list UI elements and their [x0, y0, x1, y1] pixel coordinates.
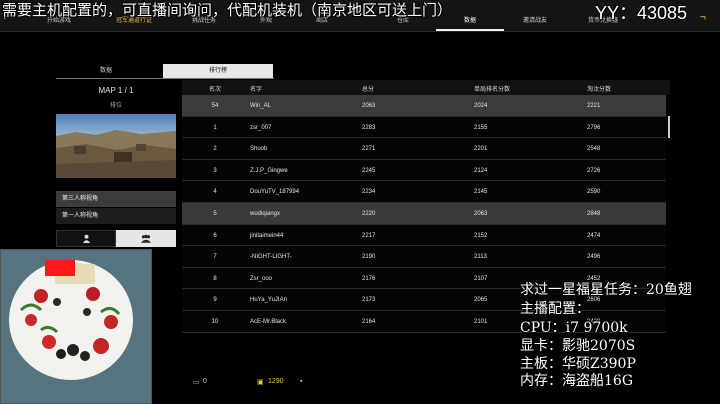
header-total: 总分 — [362, 87, 375, 93]
active-tab-indicator — [436, 29, 504, 31]
cell-total: 2164 — [362, 319, 376, 325]
cell-total: 2063 — [362, 103, 376, 109]
cell-single: 2101 — [474, 319, 488, 325]
cell-total: 2173 — [362, 297, 376, 304]
cell-total: 2283 — [362, 124, 376, 131]
cell-total: 2234 — [362, 189, 376, 196]
cell-elim: 2496 — [587, 254, 601, 261]
cell-single: 2063 — [474, 211, 488, 217]
cell-rank: 1 — [213, 124, 217, 131]
cell-total: 2220 — [362, 211, 376, 217]
cell-total: 2271 — [362, 146, 376, 153]
coin-icon: ▣ — [257, 379, 264, 386]
currency-bp-value: 0 — [203, 378, 207, 385]
cell-total: 2176 — [362, 275, 376, 282]
overlay-memory: 内存：海盗船16G — [520, 373, 633, 389]
table-row[interactable]: 3 Z.J.P_Gingwe 2245 2124 2726 — [182, 159, 666, 182]
tab-data-sub[interactable]: 数据 — [56, 64, 156, 78]
header-rank: 名次 — [208, 87, 221, 93]
cell-name: AcE-Mr.Black — [250, 319, 287, 325]
cell-elim: 2221 — [587, 103, 601, 109]
cell-rank: 54 — [211, 103, 219, 109]
table-scrollbar[interactable] — [668, 116, 670, 138]
header-elim: 淘汰分数 — [587, 87, 612, 93]
person-icon — [82, 234, 90, 243]
cell-total: 2217 — [362, 232, 376, 239]
table-row[interactable]: 6 jinitaimein44 2217 2152 2474 — [182, 224, 666, 247]
table-header: 名次 名字 总分 单局排名分数 淘汰分数 — [182, 80, 670, 95]
map-title: MAP 1 / 1 — [98, 86, 134, 95]
header-name: 名字 — [250, 87, 263, 93]
cell-single: 2124 — [474, 167, 488, 174]
cell-total: 2245 — [362, 167, 376, 174]
stream-yy-id: YY：43085 — [595, 3, 688, 23]
map-thumbnail — [56, 114, 176, 178]
cell-rank: 7 — [213, 254, 217, 261]
cell-elim: 2796 — [587, 124, 601, 131]
table-row[interactable]: 4 DouYuTV_187994 2234 2145 2590 — [182, 181, 666, 203]
mode-label: 排位 — [109, 103, 122, 109]
cell-name: HuYa_YuJIAn — [250, 297, 287, 304]
solo-mode-button[interactable] — [56, 230, 116, 247]
overlay-spec-title: 主播配置： — [520, 301, 590, 317]
cell-single: 2113 — [474, 254, 487, 261]
cell-elim: 2848 — [587, 211, 601, 217]
table-row-self[interactable]: 54 Win_AL 2063 2024 2221 — [182, 95, 666, 117]
overlay-task-line: 求过一星福星任务：20鱼翅 — [520, 282, 692, 298]
table-row[interactable]: 1 zsr_007 2283 2155 2796 — [182, 116, 666, 139]
third-person-option[interactable]: 第三人称视角 — [56, 191, 176, 207]
cell-rank: 8 — [213, 275, 217, 282]
privacy-mask — [45, 260, 75, 276]
cell-name: Z.J.P_Gingwe — [250, 167, 288, 174]
cell-single: 2201 — [474, 146, 488, 153]
webcam-feed — [0, 249, 152, 404]
cell-rank: 6 — [213, 232, 217, 239]
bp-icon: ▭ — [193, 379, 200, 386]
header-single: 单局排名分数 — [474, 87, 511, 93]
cell-name: Win_AL — [250, 103, 272, 109]
cell-total: 2190 — [362, 254, 376, 261]
cell-rank: 3 — [213, 167, 217, 174]
cell-elim: 2590 — [587, 189, 601, 196]
team-mode-button[interactable] — [116, 230, 176, 247]
cell-single: 2155 — [474, 124, 488, 131]
cell-single: 2024 — [474, 103, 488, 109]
cell-single: 2152 — [474, 232, 488, 239]
first-person-option[interactable]: 第一人称视角 — [56, 208, 176, 224]
cell-rank: 5 — [213, 211, 217, 217]
team-icon — [140, 234, 152, 243]
cell-name: DouYuTV_187994 — [250, 189, 300, 196]
cell-single: 2065 — [474, 297, 488, 304]
tab-divider — [56, 78, 274, 79]
table-row[interactable]: 2 Shuob 2271 2201 2548 — [182, 138, 666, 160]
table-row-selected[interactable]: 5 wudiqiangx 2220 2063 2848 — [182, 203, 666, 225]
stream-banner-text: 需要主机配置的，可直播间询问，代配机装机（南京地区可送上门） — [2, 1, 453, 19]
cell-rank: 10 — [211, 319, 219, 325]
cell-name: Zsr_ooo — [250, 275, 273, 282]
currency-coin-value: 1290 — [268, 378, 284, 385]
cell-rank: 4 — [213, 189, 217, 196]
cell-elim: 2548 — [587, 146, 601, 153]
tab-invite[interactable]: 邀请战友 — [504, 14, 566, 28]
cell-elim: 2726 — [587, 167, 601, 174]
add-currency-icon[interactable]: ▪ — [300, 378, 302, 385]
cell-single: 2145 — [474, 189, 488, 196]
cell-elim: 2474 — [587, 232, 601, 239]
cell-name: Shuob — [250, 146, 268, 153]
cell-rank: 2 — [213, 146, 217, 153]
cell-name: wudiqiangx — [250, 211, 281, 217]
table-row[interactable]: 7 -NIGHT-LIGHT- 2190 2113 2496 — [182, 246, 666, 268]
cell-single: 2107 — [474, 275, 488, 282]
cell-name: zsr_007 — [250, 124, 272, 131]
cell-name: jinitaimein44 — [250, 232, 284, 239]
close-bracket-icon[interactable]: ¬ — [700, 12, 706, 23]
tab-leaderboard[interactable]: 排行榜 — [163, 64, 273, 78]
cell-name: -NIGHT-LIGHT- — [250, 254, 292, 261]
overlay-gpu: 显卡：影驰2070S — [520, 338, 636, 354]
cell-rank: 9 — [213, 297, 217, 304]
overlay-cpu: CPU：i7 9700k — [520, 320, 628, 336]
